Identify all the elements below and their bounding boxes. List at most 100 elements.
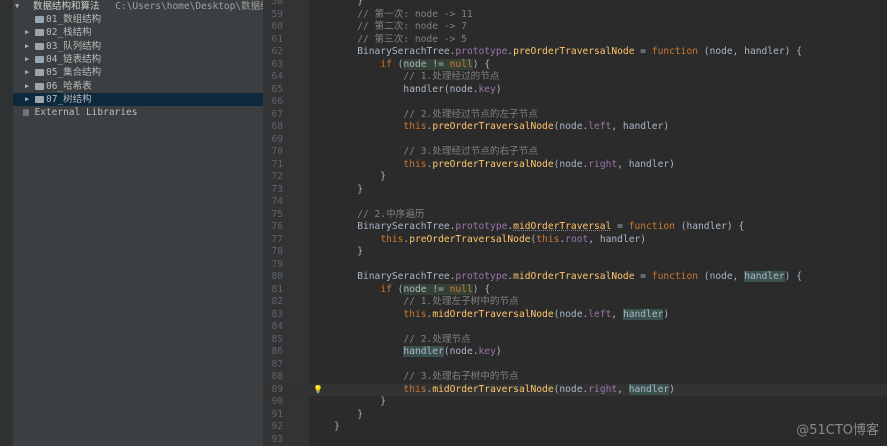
line-number[interactable]: 72 — [263, 171, 283, 184]
line-number[interactable]: 87 — [263, 359, 283, 372]
line-number[interactable]: 84 — [263, 321, 283, 334]
code-line[interactable]: 85 // 2.处理节点 — [263, 334, 887, 347]
code-line[interactable]: 60 // 第二次: node -> 7 — [263, 21, 887, 34]
line-number[interactable]: 85 — [263, 334, 283, 347]
folder-icon — [35, 69, 44, 77]
line-number[interactable]: 61 — [263, 34, 283, 47]
code-text: BinarySerachTree.prototype.preOrderTrave… — [311, 46, 802, 59]
tree-item[interactable]: 01_数组结构 — [13, 13, 263, 26]
line-number[interactable]: 88 — [263, 371, 283, 384]
code-token: = — [611, 221, 629, 232]
expand-arrow-icon[interactable]: ▶ — [25, 80, 29, 93]
line-number[interactable]: 60 — [263, 21, 283, 34]
code-text: this.midOrderTraversalNode(node.right, h… — [311, 383, 675, 397]
line-number[interactable]: 73 — [263, 184, 283, 197]
code-line[interactable]: 76 BinarySerachTree.prototype.midOrderTr… — [263, 221, 887, 234]
tree-item[interactable]: ▶ 07_树结构 — [13, 92, 263, 106]
line-number[interactable]: 71 — [263, 159, 283, 172]
line-number[interactable]: 70 — [263, 146, 283, 159]
line-number[interactable]: 76 — [263, 221, 283, 234]
code-line[interactable]: 78 } — [263, 246, 887, 259]
code-line[interactable]: 87 — [263, 359, 887, 372]
line-number[interactable]: 89 — [263, 384, 283, 397]
code-line[interactable]: 69 — [263, 134, 887, 147]
code-line[interactable]: 93 — [263, 434, 887, 446]
code-line[interactable]: 79 — [263, 259, 887, 272]
code-token: BinarySerachTree. — [311, 271, 456, 282]
code-token: BinarySerachTree. — [311, 46, 456, 57]
code-text: // 第二次: node -> 7 — [311, 21, 467, 34]
line-number[interactable]: 78 — [263, 246, 283, 259]
line-number[interactable]: 58 — [263, 0, 283, 9]
code-line[interactable]: 65 handler(node.key) — [263, 84, 887, 97]
line-number[interactable]: 63 — [263, 59, 283, 72]
line-number[interactable]: 79 — [263, 259, 283, 272]
line-number[interactable]: 67 — [263, 109, 283, 122]
line-number[interactable]: 62 — [263, 46, 283, 59]
code-line[interactable]: 84 — [263, 321, 887, 334]
code-line[interactable]: 71 this.preOrderTraversalNode(node.right… — [263, 159, 887, 172]
code-line[interactable]: 92 } — [263, 421, 887, 434]
line-number[interactable]: 68 — [263, 121, 283, 134]
code-line[interactable]: 73 } — [263, 184, 887, 197]
tree-item[interactable]: ▶ 04_链表结构 — [13, 53, 263, 66]
expand-arrow-icon[interactable]: ▶ — [25, 40, 29, 53]
line-number[interactable]: 74 — [263, 196, 283, 209]
code-line[interactable]: 59 // 第一次: node -> 11 — [263, 9, 887, 22]
line-number[interactable]: 93 — [263, 434, 283, 446]
code-line[interactable]: 63 if (node != null) { — [263, 58, 887, 72]
line-number[interactable]: 59 — [263, 9, 283, 22]
line-number[interactable]: 64 — [263, 71, 283, 84]
line-number[interactable]: 75 — [263, 209, 283, 222]
code-line[interactable]: 64 // 1.处理经过的节点 — [263, 71, 887, 84]
folder-icon — [35, 55, 44, 63]
line-number[interactable]: 83 — [263, 309, 283, 322]
code-line[interactable]: 58 } — [263, 0, 887, 9]
code-line[interactable]: 67 // 2.处理经过节点的左子节点 — [263, 109, 887, 122]
code-line[interactable]: 82 // 1.处理左子树中的节点 — [263, 296, 887, 309]
tree-item[interactable]: ▶ 06_哈希表 — [13, 80, 263, 93]
code-line[interactable]: 66 — [263, 96, 887, 109]
line-number[interactable]: 91 — [263, 409, 283, 422]
line-number[interactable]: 90 — [263, 396, 283, 409]
code-line[interactable]: 62 BinarySerachTree.prototype.preOrderTr… — [263, 46, 887, 59]
code-line[interactable]: 70 // 3.处理经过节点的右子节点 — [263, 146, 887, 159]
line-number[interactable]: 65 — [263, 84, 283, 97]
expand-arrow-icon[interactable]: ▶ — [25, 93, 29, 106]
code-line[interactable]: 68 this.preOrderTraversalNode(node.left,… — [263, 121, 887, 134]
code-line[interactable]: 80 BinarySerachTree.prototype.midOrderTr… — [263, 271, 887, 284]
line-number[interactable]: 69 — [263, 134, 283, 147]
expand-arrow-icon[interactable]: ▶ — [25, 53, 29, 66]
code-editor[interactable]: 58 } 59 // 第一次: node -> 11 60 // 第二次: node… — [263, 0, 887, 446]
line-number[interactable]: 66 — [263, 96, 283, 109]
external-libraries[interactable]: ▥ External Libraries — [13, 106, 263, 119]
code-line[interactable]: 75 // 2.中序遍历 — [263, 209, 887, 222]
code-token: midOrderTraversalNode — [432, 308, 554, 320]
line-number[interactable]: 77 — [263, 234, 283, 247]
line-number[interactable]: 80 — [263, 271, 283, 284]
tree-item[interactable]: ▶ 02_栈结构 — [13, 26, 263, 39]
code-line[interactable]: 61 // 第三次: node -> 5 — [263, 34, 887, 47]
expand-arrow-icon[interactable]: ▶ — [25, 26, 29, 39]
tree-item[interactable]: ▶ 03_队列结构 — [13, 40, 263, 53]
line-number[interactable]: 81 — [263, 284, 283, 297]
code-line[interactable]: 91 } — [263, 409, 887, 422]
tree-root[interactable]: ▼ 数据结构和算法 C:\Users\home\Desktop\数据结构 — [13, 0, 279, 13]
code-line[interactable]: 88 // 3.处理右子树中的节点 — [263, 371, 887, 384]
code-token: (handler) { — [674, 221, 745, 232]
line-number[interactable]: 92 — [263, 421, 283, 434]
code-line[interactable]: 77 this.preOrderTraversalNode(this.root,… — [263, 234, 887, 247]
code-line[interactable]: 86 handler(node.key) — [263, 346, 887, 359]
line-number[interactable]: 82 — [263, 296, 283, 309]
expand-arrow-icon[interactable]: ▼ — [15, 0, 19, 13]
expand-arrow-icon[interactable]: ▶ — [25, 66, 29, 79]
code-line[interactable]: 74 — [263, 196, 887, 209]
code-line[interactable]: 90 } — [263, 396, 887, 409]
code-line[interactable]: 89 💡 this.midOrderTraversalNode(node.righ… — [263, 383, 887, 397]
code-line[interactable]: 81 if (node != null) { — [263, 283, 887, 297]
code-line[interactable]: 72 } — [263, 171, 887, 184]
code-line[interactable]: 83 this.midOrderTraversalNode(node.left,… — [263, 308, 887, 322]
line-number[interactable]: 86 — [263, 346, 283, 359]
tree-item[interactable]: ▶ 05_集合结构 — [13, 66, 263, 79]
